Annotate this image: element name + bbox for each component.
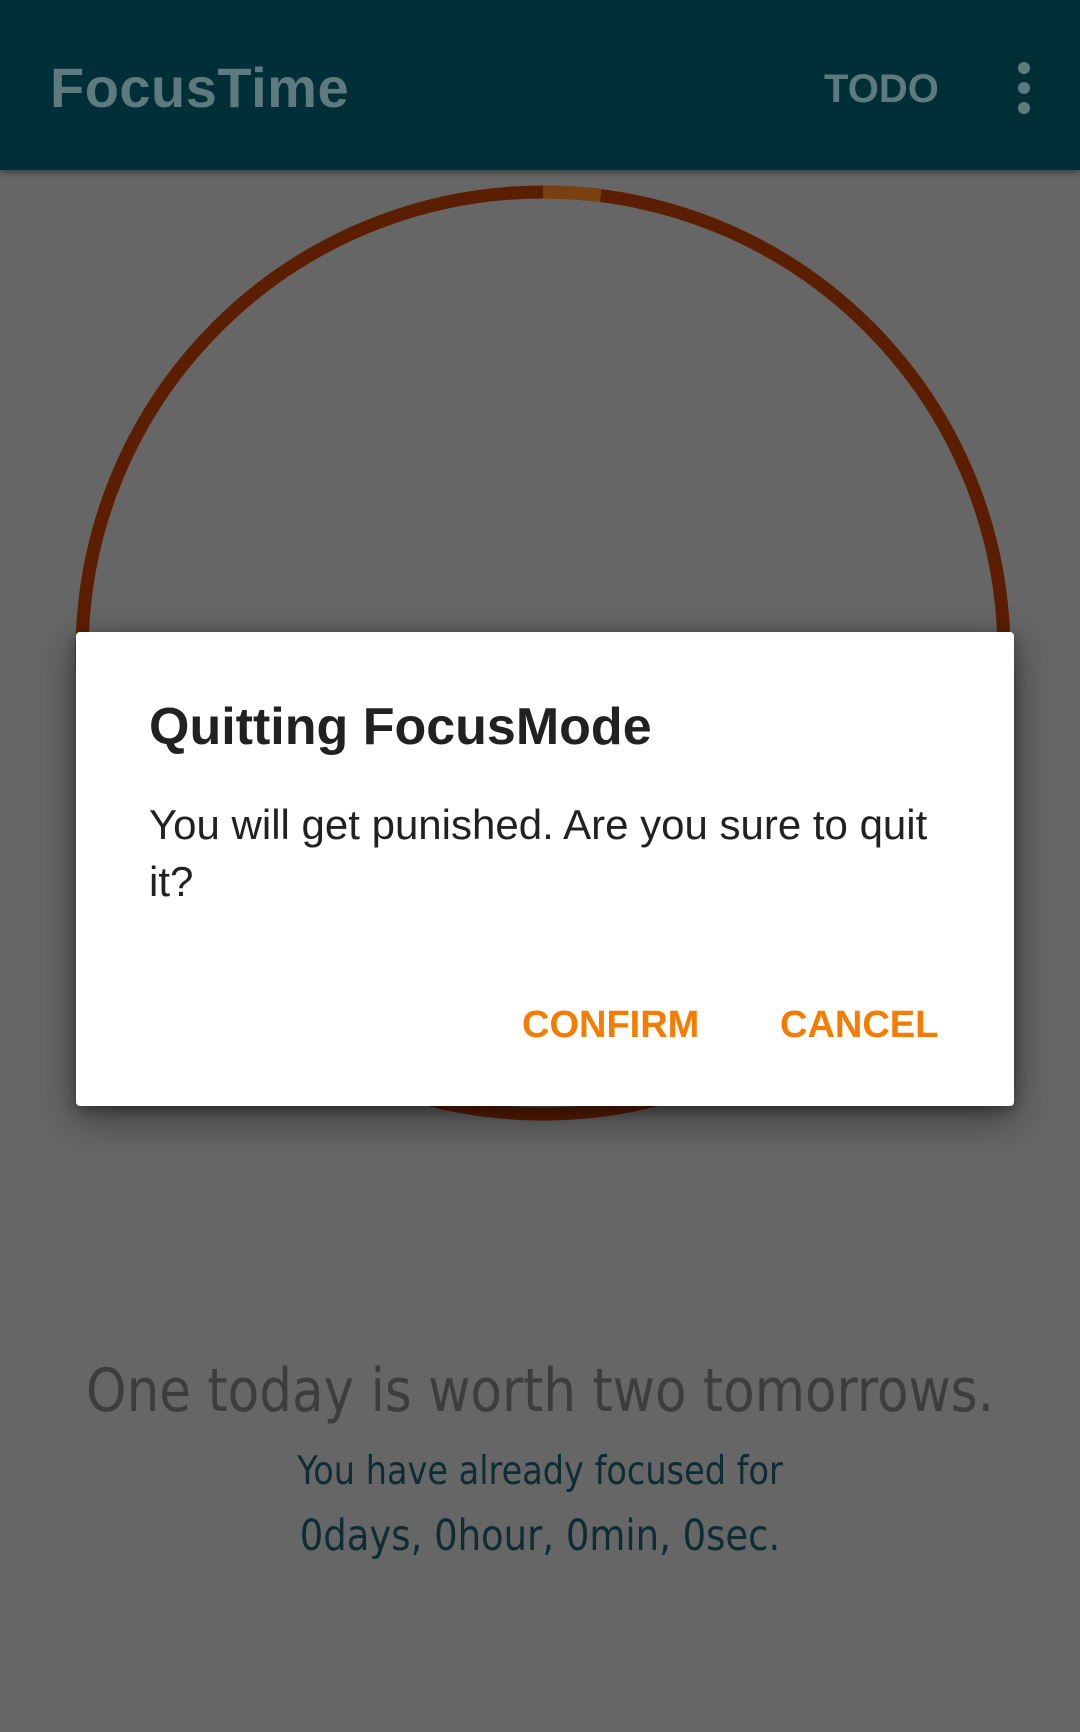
confirm-button[interactable]: CONFIRM (522, 990, 699, 1060)
dialog-message: You will get punished. Are you sure to q… (149, 801, 928, 905)
menu-dot (1018, 82, 1030, 94)
motivational-quote: One today is worth two tomorrows. (85, 1356, 995, 1426)
focused-time-label: You have already focused for (297, 1449, 783, 1494)
quit-dialog: Quitting FocusMode You will get punished… (76, 632, 1014, 1106)
menu-dot (1018, 102, 1030, 114)
todo-button[interactable]: TODO (812, 62, 951, 116)
more-vert-icon[interactable] (1000, 58, 1048, 118)
app-bar: FocusTime TODO (0, 0, 1080, 170)
focused-time-value: 0days, 0hour, 0min, 0sec. (299, 1511, 781, 1561)
dialog-title: Quitting FocusMode (149, 698, 652, 756)
app-title: FocusTime (50, 56, 350, 119)
cancel-button[interactable]: CANCEL (780, 990, 938, 1060)
menu-dot (1018, 62, 1030, 74)
